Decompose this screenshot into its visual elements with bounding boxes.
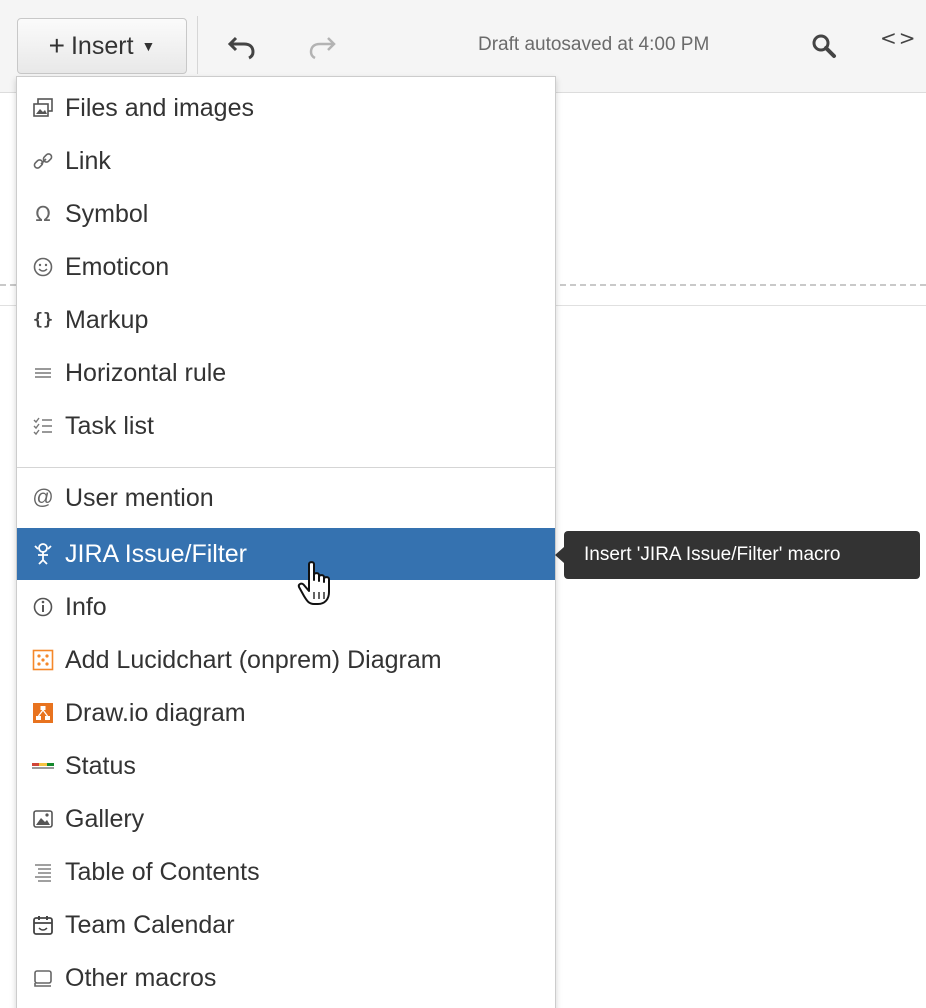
menu-item-table-of-contents[interactable]: Table of Contents	[17, 846, 555, 898]
jira-icon	[31, 542, 55, 566]
menu-item-lucidchart[interactable]: Add Lucidchart (onprem) Diagram	[17, 634, 555, 686]
menu-item-label: Symbol	[65, 199, 149, 228]
menu-item-symbol[interactable]: Ω Symbol	[17, 188, 555, 240]
omega-icon: Ω	[35, 202, 51, 226]
menu-item-team-calendar[interactable]: Team Calendar	[17, 899, 555, 951]
files-images-icon	[31, 96, 55, 120]
horizontal-rule-icon	[31, 361, 55, 385]
calendar-icon	[31, 913, 55, 937]
menu-item-emoticon[interactable]: Emoticon	[17, 241, 555, 293]
menu-item-label: Emoticon	[65, 252, 170, 281]
menu-item-files-and-images[interactable]: Files and images	[17, 82, 555, 134]
menu-item-label: Table of Contents	[65, 857, 260, 886]
insert-button-label: Insert	[70, 31, 134, 60]
menu-item-info[interactable]: Info	[17, 581, 555, 633]
menu-item-label: Status	[65, 751, 136, 780]
menu-item-label: Other macros	[65, 963, 217, 992]
menu-item-label: Task list	[65, 411, 154, 440]
menu-item-label: Add Lucidchart (onprem) Diagram	[65, 645, 442, 674]
menu-item-markup[interactable]: {} Markup	[17, 294, 555, 346]
editor-page: + Insert ▼ Draft autosaved at 4:00 PM <>	[0, 0, 926, 1008]
braces-icon: {}	[32, 310, 54, 330]
toolbar-divider	[197, 16, 198, 74]
menu-item-link[interactable]: Link	[17, 135, 555, 187]
drawio-icon	[31, 701, 55, 725]
hand-pointer-cursor-icon	[296, 560, 338, 608]
search-icon[interactable]	[804, 24, 844, 68]
status-icon	[31, 754, 55, 778]
menu-item-label: Markup	[65, 305, 149, 334]
task-list-icon	[31, 414, 55, 438]
menu-item-user-mention[interactable]: @ User mention	[17, 472, 555, 524]
menu-item-drawio[interactable]: Draw.io diagram	[17, 687, 555, 739]
menu-item-task-list[interactable]: Task list	[17, 400, 555, 452]
menu-item-label: Horizontal rule	[65, 358, 227, 387]
plus-icon: +	[48, 30, 65, 61]
smiley-icon	[31, 255, 55, 279]
menu-item-label: Link	[65, 146, 111, 175]
draft-status: Draft autosaved at 4:00 PM	[478, 34, 710, 55]
at-icon: @	[32, 486, 54, 509]
redo-icon[interactable]	[302, 24, 342, 68]
menu-item-label: Gallery	[65, 804, 145, 833]
menu-item-label: Draw.io diagram	[65, 698, 246, 727]
menu-item-label: JIRA Issue/Filter	[65, 539, 247, 568]
insert-menu: Files and images Link Ω Symbol Emoticon …	[16, 76, 556, 1008]
menu-item-horizontal-rule[interactable]: Horizontal rule	[17, 347, 555, 399]
table-of-contents-icon	[31, 860, 55, 884]
menu-item-jira-issue-filter[interactable]: JIRA Issue/Filter	[17, 528, 555, 580]
menu-item-label: Info	[65, 592, 107, 621]
source-editor-icon[interactable]: <>	[880, 26, 918, 50]
menu-item-label: Files and images	[65, 93, 254, 122]
menu-item-other-macros[interactable]: Other macros	[17, 952, 555, 1004]
lucidchart-icon	[31, 648, 55, 672]
other-macros-icon	[31, 966, 55, 990]
tooltip-arrow	[555, 547, 564, 563]
link-icon	[31, 149, 55, 173]
menu-item-gallery[interactable]: Gallery	[17, 793, 555, 845]
gallery-icon	[31, 807, 55, 831]
chevron-down-icon: ▼	[141, 38, 156, 54]
insert-button[interactable]: + Insert ▼	[17, 18, 187, 74]
info-icon	[31, 595, 55, 619]
undo-icon[interactable]	[222, 24, 262, 68]
menu-item-label: Team Calendar	[65, 910, 235, 939]
tooltip: Insert 'JIRA Issue/Filter' macro	[564, 531, 920, 579]
menu-item-label: User mention	[65, 483, 214, 512]
menu-item-status[interactable]: Status	[17, 740, 555, 792]
menu-divider	[17, 467, 555, 468]
